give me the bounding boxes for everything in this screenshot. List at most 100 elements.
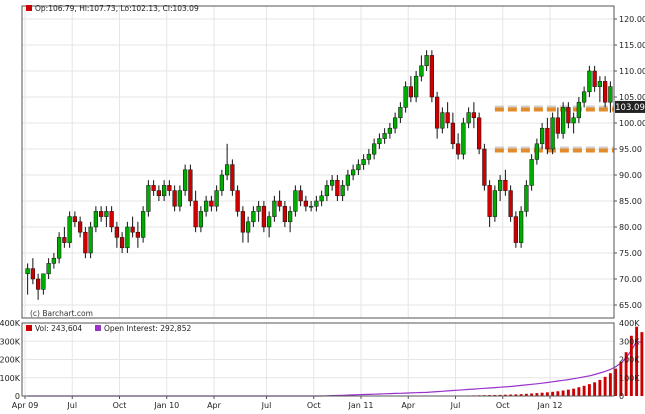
x-tick-label: Jul [66, 401, 77, 410]
volume-bar [572, 388, 576, 396]
candle-body [440, 112, 445, 129]
candle-body [482, 148, 487, 186]
volume-tick-label: 400K [0, 319, 21, 328]
open-interest-legend-label: Open Interest: 292,852 [104, 324, 191, 333]
ohlc-swatch [26, 5, 32, 11]
candle-body [324, 185, 330, 197]
ohlc-header: Op:106.79, Hi:107.73, Lo:102.13, Cl:103.… [26, 4, 199, 13]
up-candle [529, 154, 534, 191]
candle-body [597, 81, 603, 87]
candle-body [140, 211, 146, 238]
candle-body [188, 169, 193, 202]
x-tick-label: Oct [113, 401, 127, 410]
open-interest-tick-label: 200K [619, 356, 640, 365]
candle-body [319, 195, 324, 202]
volume-bar [582, 385, 586, 396]
last-price-label: 103.09 [615, 103, 645, 113]
candle-body [550, 117, 555, 150]
price-tick-label: 105.00 [619, 93, 645, 102]
volume-tick-label: 0 [15, 392, 20, 401]
candle-body [245, 221, 251, 233]
volume-bar [577, 387, 581, 396]
price-tick-label: 65.00 [619, 301, 642, 310]
ohlc-readout: Op:106.79, Hi:107.73, Lo:102.13, Cl:103.… [35, 4, 199, 13]
candle-body [545, 127, 550, 150]
volume-bar [598, 379, 602, 396]
candle-body [529, 159, 534, 186]
candle-body [471, 112, 477, 119]
candle-body [581, 91, 587, 103]
candle-body [461, 122, 466, 155]
open-interest-tick-label: 0 [619, 392, 624, 401]
candle-body [41, 273, 46, 290]
volume-bar [587, 384, 591, 396]
candle-body [51, 257, 57, 264]
candle-body [508, 190, 513, 217]
candle-body [135, 231, 141, 238]
candle-body [434, 96, 440, 129]
candle-body [329, 179, 335, 186]
price-tick-label: 80.00 [619, 223, 642, 232]
candle-body [534, 143, 540, 160]
candle-body [293, 190, 298, 212]
candle-body [198, 211, 204, 228]
candle-body [146, 185, 151, 212]
chart-background [0, 0, 645, 414]
candle-body [77, 221, 83, 233]
candle-body [119, 237, 125, 249]
price-tick-label: 70.00 [619, 275, 642, 284]
candle-body [366, 153, 372, 160]
volume-bar [561, 390, 565, 396]
candle-body [98, 211, 104, 217]
up-candle [140, 206, 146, 243]
candle-body [450, 122, 456, 145]
volume-bar [614, 368, 618, 396]
candle-body [356, 164, 361, 171]
barchart-watermark: (c) Barchart.com [30, 309, 93, 318]
candle-body [555, 117, 561, 134]
candle-body [130, 226, 135, 233]
up-candle [146, 180, 151, 217]
volume-bar [593, 382, 597, 396]
candle-body [235, 190, 240, 212]
x-tick-label: Oct [496, 401, 510, 410]
volume-bar [640, 332, 644, 396]
up-candle [492, 185, 498, 222]
candle-body [224, 164, 230, 176]
candle-body [524, 185, 529, 212]
candle-body [361, 159, 366, 165]
candle-body [298, 190, 303, 202]
candle-body [513, 216, 519, 243]
candle-body [209, 200, 214, 207]
candle-body [455, 143, 461, 155]
candle-body [88, 226, 93, 254]
candle-body [240, 211, 246, 233]
candle-body [539, 127, 545, 145]
volume-bar [556, 391, 560, 396]
futures-chart: 65.00 70.00 75.00 80.00 85.00 90.00 95.00 100.0… [0, 0, 645, 414]
candle-body [429, 55, 435, 98]
candle-body [408, 86, 414, 98]
candle-body [571, 117, 576, 124]
candle-body [382, 133, 387, 139]
x-tick-label: Jul [450, 401, 461, 410]
up-candle [67, 211, 72, 248]
candle-body [487, 185, 492, 217]
volume-tick-label: 100K [0, 374, 21, 383]
candle-body [445, 112, 450, 124]
open-interest-tick-label: 100K [619, 374, 640, 383]
price-tick-label: 90.00 [619, 171, 642, 180]
candle-body [503, 179, 508, 191]
candle-body [214, 190, 219, 207]
candle-body [560, 107, 566, 134]
price-tick-label: 95.00 [619, 145, 642, 154]
price-tick-label: 120.00 [619, 15, 645, 24]
candle-body [104, 211, 109, 217]
candle-body [93, 211, 99, 228]
price-tick-label: 110.00 [619, 67, 645, 76]
candle-body [419, 65, 424, 77]
candle-body [167, 185, 172, 191]
volume-bar [551, 391, 555, 396]
candle-body [492, 190, 498, 217]
candle-body [476, 117, 482, 150]
